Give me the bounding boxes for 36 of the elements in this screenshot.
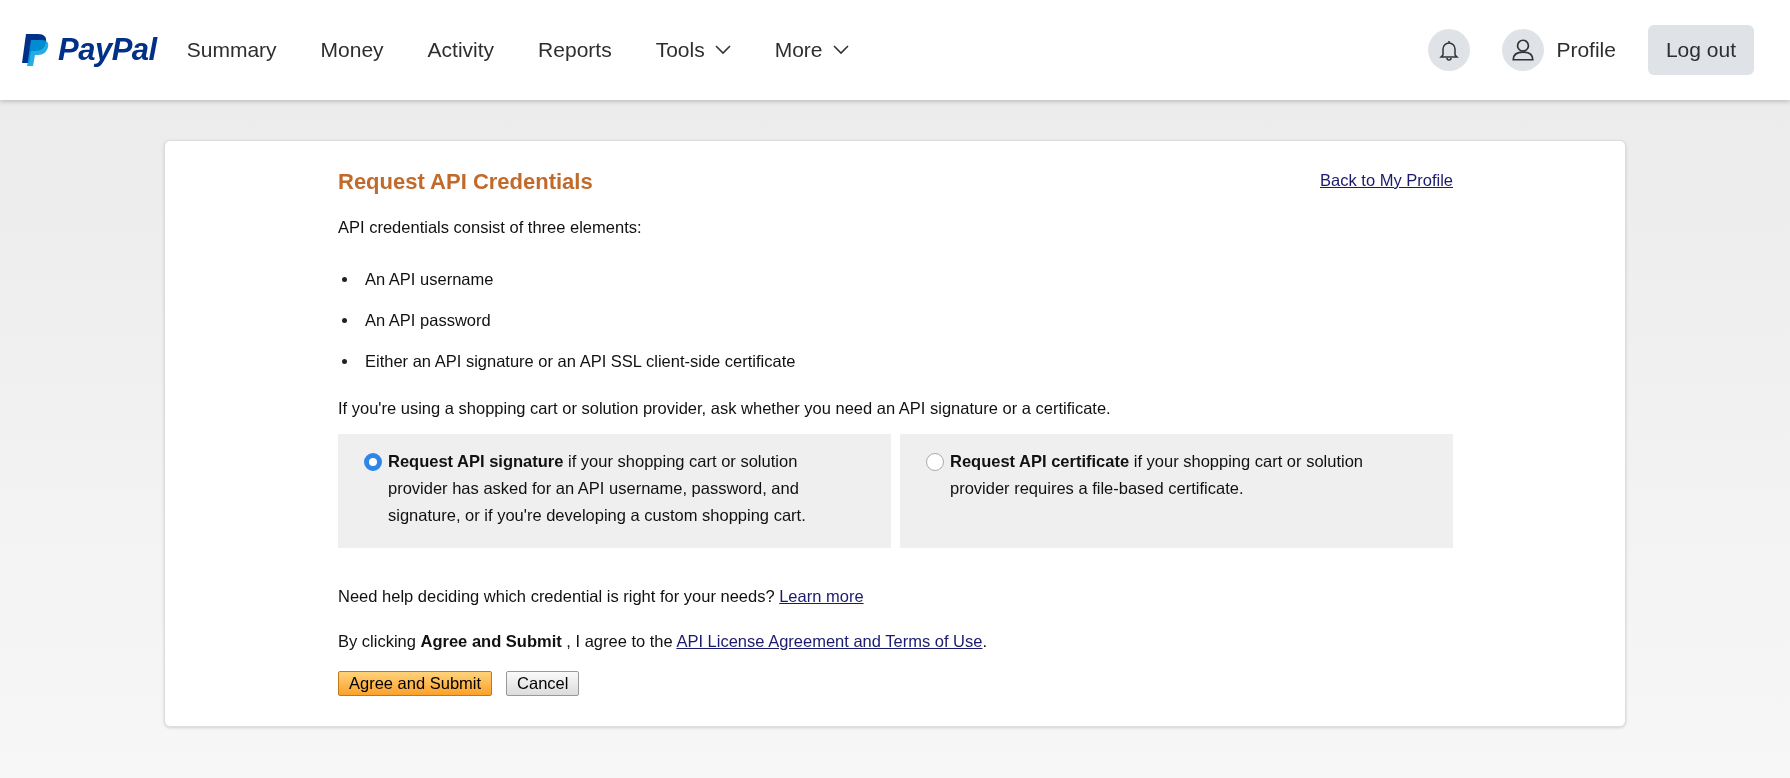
profile-link[interactable]: Profile [1556, 38, 1616, 62]
radio-button[interactable] [926, 453, 944, 471]
cancel-button[interactable]: Cancel [506, 671, 580, 696]
nav-link[interactable]: Summary [186, 38, 277, 62]
option-description: Request API certificate if your shopping cart or solution provider requires a file-based certificate. [950, 451, 1364, 499]
option-panel[interactable]: Request API signature if your shopping cart or solution provider has asked for an API username, password, and signature, or if you're developing a custom shopping cart. [338, 434, 891, 548]
profile-user-icon[interactable] [1502, 29, 1545, 71]
nav-link[interactable]: Reports [538, 38, 612, 62]
help-text: Need help deciding which credential is right for your needs? Learn more [338, 586, 865, 606]
bullet-icon [342, 277, 347, 282]
agree-submit-button[interactable]: Agree and Submit [338, 671, 493, 696]
nav-link[interactable]: Money [320, 38, 384, 62]
logo-wordmark[interactable]: PayPal [58, 32, 157, 68]
back-to-profile-link[interactable]: Back to My Profile [1320, 170, 1453, 190]
logo-icon[interactable] [20, 33, 50, 67]
logout-button[interactable]: Log out [1647, 25, 1754, 75]
option-description: Request API signature if your shopping cart or solution provider has asked for an API username, password, and signature, or if you're developing a custom shopping cart. [388, 451, 807, 526]
list-item: Either an API signature or an API SSL client-side certificate [365, 352, 796, 371]
nav-link[interactable]: More [774, 38, 849, 62]
chevron-down-icon [832, 45, 849, 55]
license-agreement-link[interactable]: API License Agreement and Terms of Use [676, 632, 983, 650]
list-item: An API username [365, 270, 494, 289]
page-title: Request API Credentials [338, 169, 593, 195]
radio-button[interactable] [364, 453, 382, 471]
nav-link[interactable]: Tools [655, 38, 731, 62]
list-item: An API password [365, 311, 491, 330]
chevron-down-icon [714, 45, 731, 55]
learn-more-link[interactable]: Learn more [779, 587, 864, 605]
nav-link[interactable]: Activity [427, 38, 495, 62]
option-panel[interactable]: Request API certificate if your shopping cart or solution provider requires a file-based certificate. [900, 434, 1453, 548]
bullet-icon [342, 359, 347, 364]
agreement-text: By clicking Agree and Submit , I agree to the API License Agreement and Terms of Use. [338, 631, 989, 651]
intro-text: API credentials consist of three elements: [338, 217, 643, 237]
bullet-icon [342, 318, 347, 323]
note-text: If you're using a shopping cart or solution provider, ask whether you need an API signature or a certificate. [338, 398, 1112, 418]
notification-bell-icon[interactable] [1428, 29, 1471, 71]
